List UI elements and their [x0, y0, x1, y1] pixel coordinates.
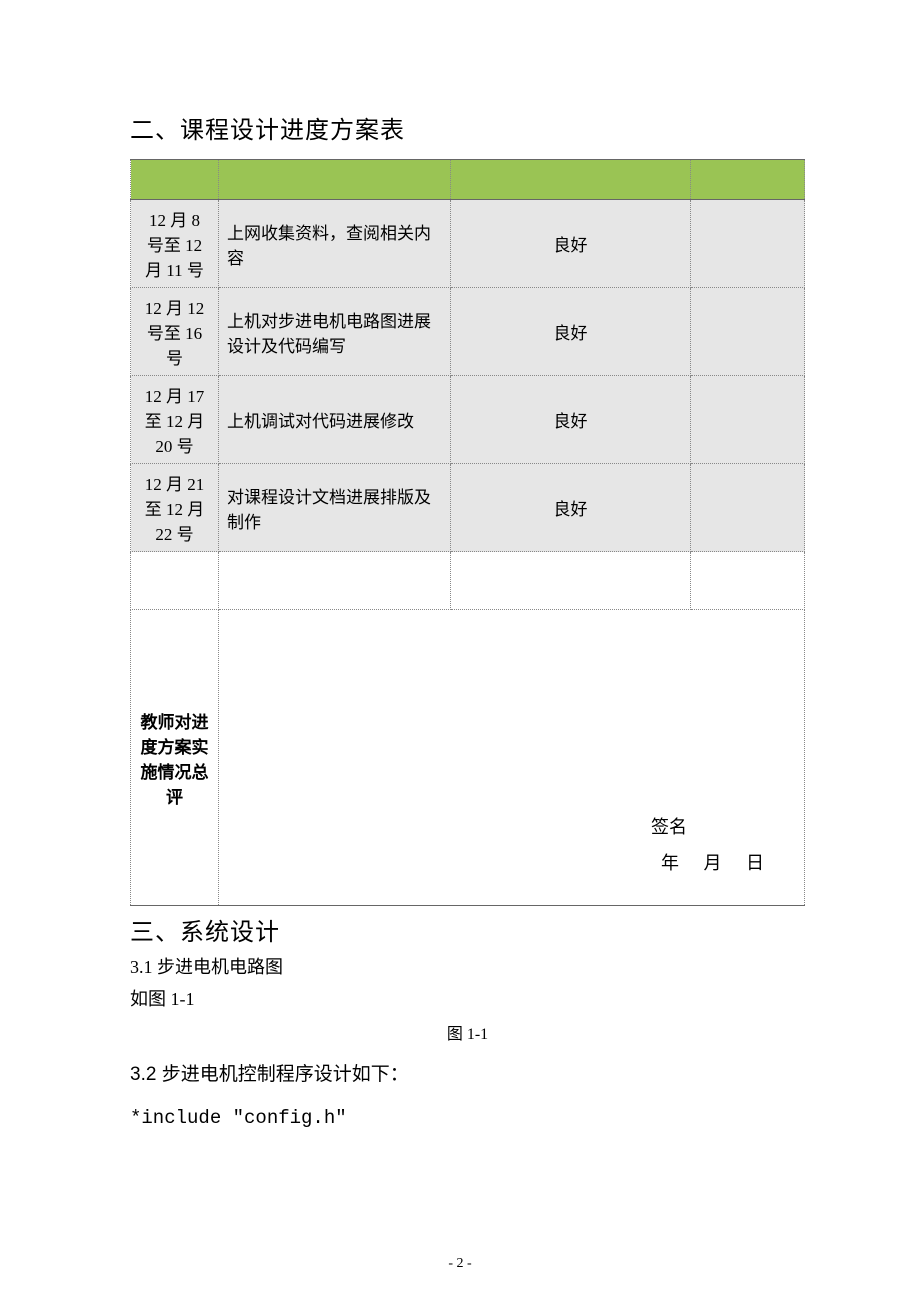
signature-label: 签名 [651, 809, 774, 845]
rating-cell: 良好 [451, 464, 691, 552]
figure-caption: 图 1-1 [130, 1020, 805, 1044]
table-row: 12 月 21 至 12 月 22 号 对课程设计文档进展排版及制作 良好 [131, 464, 805, 552]
document-page: 二、课程设计进度方案表 12 月 8 号至 12 月 11 号 上网收集资料，查… [0, 0, 920, 1302]
rating-cell: 良好 [451, 376, 691, 464]
date-cell: 12 月 8 号至 12 月 11 号 [131, 200, 219, 288]
task-cell: 上机对步进电机电路图进展设计及代码编写 [219, 288, 451, 376]
last-cell [691, 464, 805, 552]
empty-cell [451, 552, 691, 610]
date-cell: 12 月 12 号至 16 号 [131, 288, 219, 376]
summary-label-cell: 教师对进度方案实施情况总评 [131, 610, 219, 906]
section-3-2-title: 3.2 步进电机控制程序设计如下： [130, 1054, 805, 1096]
figure-reference: 如图 1-1 [130, 983, 805, 1015]
date-cell: 12 月 21 至 12 月 22 号 [131, 464, 219, 552]
table-header-cell [131, 160, 219, 200]
schedule-table: 12 月 8 号至 12 月 11 号 上网收集资料，查阅相关内容 良好 12 … [130, 159, 805, 906]
table-row: 12 月 8 号至 12 月 11 号 上网收集资料，查阅相关内容 良好 [131, 200, 805, 288]
code-line: *include "config.h" [130, 1096, 805, 1142]
table-row: 12 月 17 至 12 月 20 号 上机调试对代码进展修改 良好 [131, 376, 805, 464]
table-header-cell [691, 160, 805, 200]
empty-cell [131, 552, 219, 610]
month-label: 月 [704, 845, 722, 881]
task-cell: 上机调试对代码进展修改 [219, 376, 451, 464]
signature-date-line: 年 月 日 [651, 845, 774, 881]
table-header-row [131, 160, 805, 200]
summary-content-cell: 签名 年 月 日 [219, 610, 805, 906]
signature-block: 签名 年 月 日 [651, 809, 774, 881]
task-cell: 对课程设计文档进展排版及制作 [219, 464, 451, 552]
empty-cell [219, 552, 451, 610]
page-number: - 2 - [0, 1256, 920, 1272]
date-cell: 12 月 17 至 12 月 20 号 [131, 376, 219, 464]
rating-cell: 良好 [451, 288, 691, 376]
table-header-cell [219, 160, 451, 200]
day-label: 日 [746, 845, 764, 881]
rating-cell: 良好 [451, 200, 691, 288]
table-header-cell [451, 160, 691, 200]
last-cell [691, 200, 805, 288]
table-summary-row: 教师对进度方案实施情况总评 签名 年 月 日 [131, 610, 805, 906]
task-cell: 上网收集资料，查阅相关内容 [219, 200, 451, 288]
section-2-heading: 二、课程设计进度方案表 [130, 110, 805, 145]
section-3-1-title: 3.1 步进电机电路图 [130, 951, 805, 983]
last-cell [691, 288, 805, 376]
empty-cell [691, 552, 805, 610]
year-label: 年 [661, 845, 679, 881]
last-cell [691, 376, 805, 464]
table-row: 12 月 12 号至 16 号 上机对步进电机电路图进展设计及代码编写 良好 [131, 288, 805, 376]
section-3-heading: 三、系统设计 [130, 912, 805, 947]
table-row-empty [131, 552, 805, 610]
